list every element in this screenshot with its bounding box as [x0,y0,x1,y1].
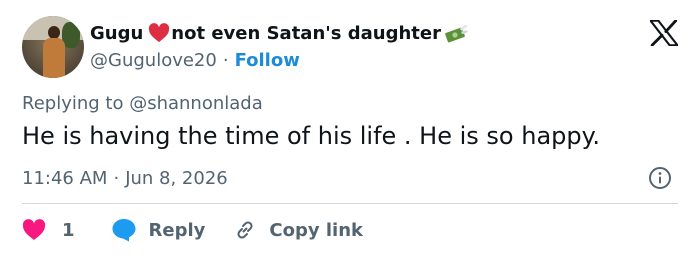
avatar-body [43,38,65,78]
display-name[interactable]: Gugu [90,23,143,44]
like-count: 1 [62,219,75,241]
info-icon[interactable] [648,166,672,190]
reply-button[interactable]: Reply [111,218,206,242]
author-handle[interactable]: @Gugulove20 [90,50,217,71]
tweet-date[interactable]: Jun 8, 2026 [125,168,228,189]
follow-button[interactable]: Follow [235,50,300,71]
reply-label: Reply [148,219,206,241]
author-name-row[interactable]: Gugu not even Satan's daughter [90,20,469,46]
money-with-wings-icon [445,25,468,43]
author-handle-row: @Gugulove20 · Follow [90,48,300,72]
tweet-meta: 11:46 AM · Jun 8, 2026 [22,166,228,190]
like-button[interactable]: 1 [22,219,75,241]
avatar[interactable] [22,16,84,78]
tweet-time[interactable]: 11:46 AM [22,168,107,189]
replying-to[interactable]: Replying to @shannonlada [22,93,263,114]
divider [22,203,678,204]
handle-separator: · [222,49,229,71]
copy-link-label: Copy link [269,219,363,241]
copy-link-button[interactable]: Copy link [233,218,363,242]
x-logo-icon[interactable] [650,20,678,46]
tweet-text: He is having the time of his life . He i… [22,122,601,150]
heart-icon [22,219,46,240]
red-heart-icon [149,23,170,43]
action-bar: 1 Reply Copy link [22,216,363,244]
meta-separator: · [113,167,120,189]
speech-bubble-icon [112,219,136,242]
display-name-suffix[interactable]: not even Satan's daughter [171,23,441,44]
link-icon [237,221,253,239]
